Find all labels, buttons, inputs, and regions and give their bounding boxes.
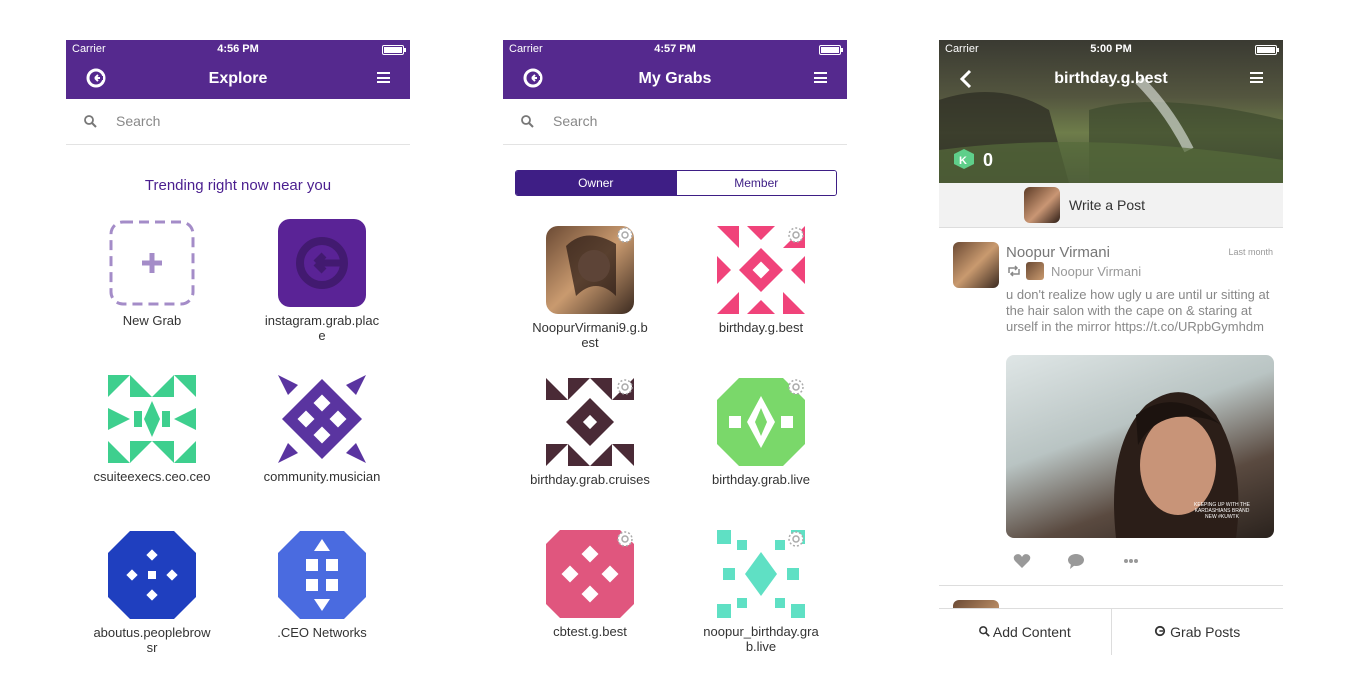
gear-icon[interactable] — [614, 226, 634, 246]
page-title: Explore — [208, 70, 268, 87]
avatar[interactable] — [953, 242, 999, 288]
klout-icon: K — [954, 149, 974, 169]
grab-posts-button[interactable]: Grab Posts — [1110, 609, 1284, 655]
explore-screen: Carrier 4:56 PM Explore Trending right n… — [66, 40, 410, 680]
menu-icon[interactable] — [377, 72, 390, 83]
clock: 5:00 PM — [1090, 43, 1132, 55]
avatar — [546, 226, 634, 314]
grab-tile[interactable]: NoopurVirmani9.g.best — [530, 226, 650, 350]
cover-image: Carrier 5:00 PM birthday.g.best K 0 — [939, 40, 1283, 183]
identicon-icon — [108, 375, 196, 463]
owner-member-segmented-control: Owner Member — [515, 170, 837, 196]
clock: 4:57 PM — [654, 43, 696, 55]
menu-icon[interactable] — [1250, 72, 1263, 83]
battery-icon — [1255, 45, 1279, 55]
status-bar: Carrier 4:56 PM — [66, 40, 410, 58]
grab-tile[interactable]: .CEO Networks — [262, 531, 382, 640]
identicon-icon — [278, 531, 366, 619]
identicon-icon — [717, 226, 805, 314]
tile-label: cbtest.g.best — [553, 624, 627, 639]
page-title: My Grabs — [638, 70, 712, 87]
repost-icon — [1008, 265, 1020, 277]
identicon-icon — [717, 378, 805, 466]
grab-logo-icon — [1155, 625, 1166, 637]
search-input[interactable] — [553, 111, 813, 131]
identicon-icon — [717, 530, 805, 618]
post-author[interactable]: Noopur Virmani — [1006, 244, 1110, 261]
battery-icon — [819, 45, 843, 55]
gear-icon[interactable] — [785, 224, 807, 246]
comment-icon[interactable] — [1067, 553, 1085, 569]
tile-label: instagram.grab.place — [264, 313, 380, 343]
grab-tile[interactable]: instagram.grab.place — [262, 219, 382, 343]
svg-text:K: K — [959, 155, 967, 167]
search-bar — [503, 99, 847, 145]
nav-bar: Carrier 4:56 PM Explore — [66, 40, 410, 99]
tile-label: .CEO Networks — [277, 625, 367, 640]
menu-icon[interactable] — [814, 72, 827, 83]
heart-icon[interactable] — [1013, 553, 1031, 569]
avatar — [1026, 262, 1044, 280]
grab-tile[interactable]: aboutus.peoplebrowsr — [92, 531, 212, 655]
search-icon — [978, 626, 990, 637]
search-icon — [84, 115, 97, 128]
tile-label: New Grab — [122, 313, 182, 328]
identicon-icon — [546, 378, 634, 466]
grab-tile[interactable]: csuiteexecs.ceo.ceo — [92, 375, 212, 484]
search-input[interactable] — [116, 111, 376, 131]
post-text: u don't realize how ugly u are until ur … — [1006, 287, 1270, 334]
new-grab-icon — [108, 219, 196, 307]
write-post-row[interactable]: Write a Post — [939, 183, 1283, 228]
grab-tile[interactable]: noopur_birthday.grab.live — [701, 530, 821, 654]
add-content-label: Add Content — [992, 624, 1071, 640]
repost-author: Noopur Virmani — [1051, 264, 1142, 279]
more-icon[interactable] — [1123, 558, 1139, 564]
tile-label: csuiteexecs.ceo.ceo — [93, 469, 211, 484]
tile-label: birthday.grab.live — [711, 472, 811, 487]
klout-score: 0 — [983, 150, 994, 170]
write-post-label: Write a Post — [1069, 197, 1145, 213]
tile-label: NoopurVirmani9.g.best — [532, 320, 648, 350]
status-bar: Carrier 4:57 PM — [503, 40, 847, 58]
grab-tile[interactable]: birthday.g.best — [701, 226, 821, 335]
add-content-button[interactable]: Add Content — [939, 609, 1111, 655]
trending-heading: Trending right now near you — [144, 177, 332, 194]
tile-label: noopur_birthday.grab.live — [703, 624, 819, 654]
identicon-icon — [108, 531, 196, 619]
tile-label: aboutus.peoplebrowsr — [93, 625, 211, 655]
bottom-toolbar: Add Content Grab Posts — [939, 608, 1283, 655]
clock: 4:56 PM — [217, 43, 259, 55]
grab-tile[interactable]: birthday.grab.live — [701, 378, 821, 487]
post-image[interactable]: KEEPING UP WITH THE KARDASHIANS BRAND NE… — [1006, 355, 1274, 538]
tile-label: community.musician — [263, 469, 381, 484]
segment-member[interactable]: Member — [675, 171, 836, 195]
my-grabs-screen: Carrier 4:57 PM My Grabs Owner Member No… — [503, 40, 847, 680]
post-timestamp: Last month — [1228, 247, 1273, 257]
page-title: birthday.g.best — [1054, 70, 1168, 87]
segment-owner[interactable]: Owner — [516, 171, 676, 195]
identicon-icon — [546, 530, 634, 618]
status-bar: Carrier 5:00 PM — [939, 40, 1283, 58]
grab-posts-label: Grab Posts — [1170, 624, 1241, 640]
search-bar — [66, 99, 410, 145]
tile-label: birthday.g.best — [718, 320, 804, 335]
nav-bar: Carrier 4:57 PM My Grabs — [503, 40, 847, 99]
gear-icon[interactable] — [785, 376, 807, 398]
search-icon — [521, 115, 534, 128]
gear-icon[interactable] — [614, 528, 636, 550]
grab-tile[interactable]: cbtest.g.best — [530, 530, 650, 639]
tile-label: birthday.grab.cruises — [530, 472, 650, 487]
divider — [939, 585, 1283, 586]
new-grab-tile[interactable]: New Grab — [92, 219, 212, 328]
image-caption: KEEPING UP WITH THE KARDASHIANS BRAND NE… — [1194, 502, 1250, 520]
battery-icon — [382, 45, 406, 55]
avatar — [1024, 187, 1060, 223]
identicon-icon — [278, 375, 366, 463]
gear-icon[interactable] — [785, 528, 807, 550]
grab-detail-screen: Carrier 5:00 PM birthday.g.best K 0 Writ… — [939, 40, 1283, 680]
grab-logo-icon — [278, 219, 366, 307]
gear-icon[interactable] — [614, 376, 636, 398]
grab-tile[interactable]: community.musician — [262, 375, 382, 484]
grab-tile[interactable]: birthday.grab.cruises — [530, 378, 650, 487]
